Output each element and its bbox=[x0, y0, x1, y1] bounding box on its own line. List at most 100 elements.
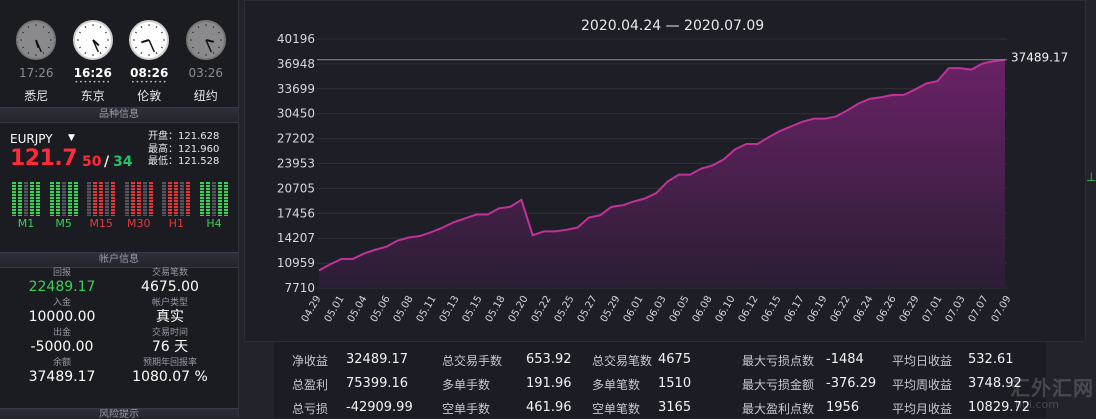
clock-face-icon bbox=[16, 20, 57, 60]
clock-time: 03:26 bbox=[188, 66, 224, 80]
y-tick-label: 27202 bbox=[277, 132, 315, 146]
clock-city: 伦敦 bbox=[137, 89, 162, 103]
strength-bar bbox=[180, 182, 185, 216]
x-tick-label: 06.17 bbox=[783, 294, 807, 324]
stat-value: 32489.17 bbox=[346, 352, 409, 367]
x-tick-label: 06.10 bbox=[714, 294, 738, 324]
high-price: 最高：121.960 bbox=[148, 143, 220, 155]
x-tick-label: 05.01 bbox=[323, 294, 347, 324]
strength-bar bbox=[24, 182, 28, 216]
stat-item: 总交易笔数 4675 bbox=[592, 352, 691, 369]
stat-item: 最大盈利点数 1956 bbox=[742, 400, 859, 417]
timeframe-label: M1 bbox=[17, 217, 35, 230]
account-field-label: 交易时间 bbox=[151, 328, 188, 338]
account-field-value: 76 天 bbox=[151, 339, 189, 355]
x-tick-label: 06.22 bbox=[829, 294, 853, 324]
account-field-value: 4675.00 bbox=[141, 279, 199, 295]
stat-item: 总盈利 75399.16 bbox=[292, 376, 408, 393]
stat-item: 净收益 32489.17 bbox=[292, 352, 408, 369]
stat-label: 总盈利 bbox=[292, 378, 329, 392]
timeframe-label: M30 bbox=[127, 217, 151, 230]
price-separator: / bbox=[104, 154, 110, 170]
risk-notice-header[interactable]: 风险提示 bbox=[0, 408, 238, 419]
x-tick-label: 06.08 bbox=[691, 294, 715, 324]
strength-bar bbox=[55, 182, 60, 216]
symbol-dropdown-icon[interactable]: ▼ bbox=[68, 133, 75, 143]
account-info-header: 帐户信息 bbox=[0, 252, 238, 268]
timeframe-h1[interactable]: H1 bbox=[162, 182, 191, 232]
strength-bar bbox=[67, 182, 72, 216]
timeframe-m30[interactable]: M30 bbox=[124, 182, 153, 232]
stat-value: -42909.99 bbox=[346, 400, 413, 415]
strength-meter bbox=[87, 182, 116, 216]
stat-item: 最大亏损金额 -376.29 bbox=[742, 376, 876, 393]
y-tick-label: 14207 bbox=[277, 231, 315, 245]
y-tick-label: 40196 bbox=[277, 32, 315, 46]
strength-bar bbox=[93, 182, 98, 216]
stat-label: 净收益 bbox=[292, 354, 329, 368]
timeframe-m1[interactable]: M1 bbox=[12, 182, 40, 232]
bid-price-pips: 50 bbox=[82, 154, 102, 170]
y-tick-label: 33699 bbox=[277, 82, 315, 96]
left-panel: 17:26 •••••••• 悉尼 16:26 •••••••• 东京 08:2… bbox=[0, 0, 239, 419]
watermark-logo: 汇外汇网 bbox=[1010, 376, 1094, 400]
x-tick-label: 06.26 bbox=[875, 294, 899, 324]
stat-value: 461.96 bbox=[526, 400, 572, 415]
last-value-label: 37489.17 bbox=[1011, 51, 1068, 65]
account-field: 交易时间 76 天 bbox=[120, 328, 220, 356]
clock-0: 17:26 •••••••• 悉尼 bbox=[10, 20, 62, 103]
stat-value: 1956 bbox=[826, 400, 860, 415]
strength-bar bbox=[205, 182, 210, 216]
clock-face-icon bbox=[185, 20, 226, 60]
low-price: 最低：121.528 bbox=[148, 156, 220, 167]
clock-time: 16:26 bbox=[73, 66, 112, 80]
strength-bar bbox=[12, 182, 16, 216]
symbol-name[interactable]: EURJPY bbox=[10, 132, 53, 146]
stat-label: 最大亏损点数 bbox=[742, 354, 815, 368]
account-field-label: 帐户类型 bbox=[151, 298, 188, 308]
x-tick-label: 06.05 bbox=[668, 294, 692, 324]
x-tick-label: 05.08 bbox=[392, 294, 416, 324]
strength-bar bbox=[18, 182, 22, 216]
timeframe-strength-row: M1 M5 M15 M30 H1 H4 bbox=[8, 182, 232, 232]
clock-face-icon bbox=[129, 20, 170, 60]
strength-bar bbox=[36, 182, 40, 216]
account-field-value: 22489.17 bbox=[28, 279, 96, 295]
account-field-value: 真实 bbox=[156, 309, 184, 325]
stat-item: 空单手数 461.96 bbox=[442, 400, 572, 417]
stat-label: 最大亏损金额 bbox=[742, 378, 815, 392]
strength-meter bbox=[124, 182, 153, 216]
strength-bar bbox=[130, 182, 135, 216]
account-field-value: 37489.17 bbox=[28, 369, 96, 385]
stat-value: 1510 bbox=[658, 376, 692, 391]
account-info-box: 回报 22489.17 交易笔数 4675.00 入金 10000.00 帐户类型 真… bbox=[8, 268, 232, 398]
strength-bar bbox=[211, 182, 216, 216]
stat-value: 653.92 bbox=[526, 352, 572, 367]
clock-face-icon bbox=[72, 20, 113, 60]
timeframe-h4[interactable]: H4 bbox=[199, 182, 228, 232]
strength-bar bbox=[111, 182, 116, 216]
strength-bar bbox=[148, 182, 153, 216]
statistics-panel: 净收益 32489.17 总交易手数 653.92 总交易笔数 4675 最大亏损点数… bbox=[274, 342, 1046, 418]
x-tick-label: 04.29 bbox=[300, 294, 324, 324]
stat-item: 平均周收益 3748.92 bbox=[892, 376, 1022, 393]
account-field: 余额 37489.17 bbox=[12, 358, 112, 386]
strength-bar bbox=[30, 182, 34, 216]
timeframe-m15[interactable]: M15 bbox=[87, 182, 116, 232]
stat-label: 多单笔数 bbox=[592, 378, 641, 392]
timeframe-label: M15 bbox=[89, 217, 113, 230]
strength-bar bbox=[136, 182, 141, 216]
stat-item: 总亏损 -42909.99 bbox=[292, 400, 413, 417]
stat-label: 平均日收益 bbox=[892, 354, 953, 368]
strength-bar bbox=[87, 182, 92, 216]
strength-meter bbox=[12, 182, 40, 216]
strength-bar bbox=[186, 182, 191, 216]
strength-bar bbox=[168, 182, 173, 216]
timeframe-label: M5 bbox=[55, 217, 72, 230]
strength-bar bbox=[99, 182, 104, 216]
stat-value: 3165 bbox=[658, 400, 692, 415]
strength-meter bbox=[162, 182, 191, 216]
timeframe-m5[interactable]: M5 bbox=[49, 182, 78, 232]
account-field: 出金 -5000.00 bbox=[12, 328, 112, 356]
world-clocks: 17:26 •••••••• 悉尼 16:26 •••••••• 东京 08:2… bbox=[8, 20, 234, 103]
